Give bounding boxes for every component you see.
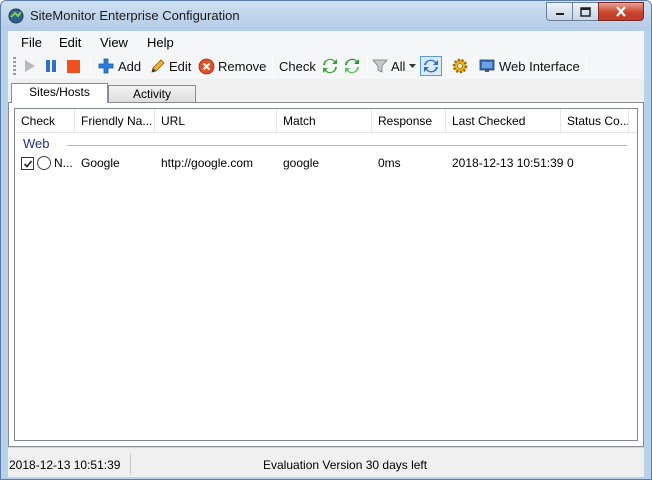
toolbar-separator	[90, 57, 91, 75]
auto-refresh-toggle[interactable]	[420, 56, 442, 76]
app-window: SiteMonitor Enterprise Configuration Fil…	[0, 0, 652, 480]
group-header-web[interactable]: Web	[23, 136, 50, 151]
web-interface-button[interactable]: Web Interface	[479, 56, 580, 76]
client-area: File Edit View Help Add Edit Remove Chec…	[8, 31, 644, 477]
remove-label: Remove	[218, 58, 267, 74]
table-row[interactable]: N... Google http://google.com google 0ms…	[15, 153, 637, 173]
pause-icon	[46, 60, 56, 72]
app-icon	[8, 8, 24, 24]
refresh-all-icon	[345, 58, 359, 74]
remove-icon	[198, 58, 215, 74]
toolbar-separator	[586, 57, 587, 75]
status-message: Evaluation Version 30 days left	[263, 458, 428, 472]
cell-status-code: 0	[567, 156, 574, 170]
maximize-button[interactable]	[572, 2, 599, 21]
status-time: 2018-12-13 10:51:39	[9, 458, 121, 472]
gear-icon	[452, 58, 468, 74]
column-header-last-checked[interactable]: Last Checked	[446, 109, 561, 133]
toolbar: Add Edit Remove Check All Web Interface	[8, 53, 644, 79]
sites-list[interactable]: Check Friendly Na... URL Match Response …	[14, 108, 638, 441]
plus-icon	[98, 58, 114, 74]
stop-icon	[67, 59, 80, 73]
close-icon	[616, 6, 626, 17]
cell-last-checked: 2018-12-13 10:51:39	[452, 156, 564, 170]
column-header-check[interactable]: Check	[15, 109, 75, 133]
tab-activity[interactable]: Activity	[108, 85, 196, 103]
filter-dropdown[interactable]: All	[372, 56, 417, 76]
chevron-down-icon	[409, 63, 417, 68]
column-header-match[interactable]: Match	[277, 109, 372, 133]
cell-match: google	[283, 156, 320, 170]
toolbar-separator	[474, 57, 475, 75]
status-bar: 2018-12-13 10:51:39 Evaluation Version 3…	[8, 447, 644, 477]
stop-button[interactable]	[66, 56, 81, 76]
tab-strip: Sites/Hosts Activity	[8, 83, 644, 103]
play-button[interactable]	[23, 56, 37, 76]
menu-help[interactable]: Help	[147, 35, 174, 50]
title-bar[interactable]: SiteMonitor Enterprise Configuration	[1, 1, 651, 31]
window-title: SiteMonitor Enterprise Configuration	[30, 8, 240, 23]
group-divider	[67, 145, 627, 146]
refresh-icon	[323, 58, 337, 74]
status-divider	[130, 453, 131, 475]
add-label: Add	[118, 58, 142, 74]
minimize-icon	[555, 12, 564, 15]
monitor-icon	[479, 59, 495, 72]
status-indicator	[37, 156, 51, 170]
check-button[interactable]: Check	[279, 56, 316, 76]
edit-label: Edit	[169, 58, 192, 74]
settings-button[interactable]	[451, 56, 469, 76]
refresh-button[interactable]	[321, 56, 339, 76]
pause-button[interactable]	[44, 56, 58, 76]
cell-check: N...	[54, 156, 73, 170]
toolbar-separator	[447, 57, 448, 75]
menu-file[interactable]: File	[21, 35, 42, 50]
add-button[interactable]: Add	[97, 56, 141, 76]
auto-refresh-icon	[424, 59, 438, 73]
row-checkbox[interactable]	[21, 157, 34, 170]
close-button[interactable]	[598, 2, 644, 21]
column-header-url[interactable]: URL	[155, 109, 277, 133]
menu-bar: File Edit View Help	[8, 31, 644, 53]
filter-icon	[372, 59, 388, 73]
edit-button[interactable]: Edit	[149, 56, 191, 76]
cell-response: 0ms	[378, 156, 401, 170]
play-icon	[25, 60, 35, 72]
column-header-response[interactable]: Response	[372, 109, 446, 133]
toolbar-separator	[367, 57, 368, 75]
maximize-icon	[580, 6, 591, 17]
toolbar-grip	[13, 57, 16, 75]
toolbar-separator	[272, 57, 273, 75]
column-header-status-code[interactable]: Status Co...	[561, 109, 629, 133]
cell-friendly-name: Google	[81, 156, 120, 170]
menu-edit[interactable]: Edit	[59, 35, 81, 50]
filter-label: All	[391, 58, 406, 74]
minimize-button[interactable]	[546, 2, 573, 21]
tab-sites-hosts[interactable]: Sites/Hosts	[11, 83, 108, 103]
checkmark-icon	[23, 159, 32, 168]
column-header-friendly-name[interactable]: Friendly Na...	[75, 109, 155, 133]
pencil-icon	[151, 58, 165, 73]
check-label: Check	[279, 58, 316, 74]
refresh-all-button[interactable]	[343, 56, 361, 76]
menu-view[interactable]: View	[100, 35, 128, 50]
remove-button[interactable]: Remove	[198, 56, 266, 76]
cell-url: http://google.com	[161, 156, 254, 170]
sites-panel: Check Friendly Na... URL Match Response …	[8, 102, 644, 447]
web-interface-label: Web Interface	[499, 58, 580, 74]
list-header: Check Friendly Na... URL Match Response …	[15, 109, 637, 133]
